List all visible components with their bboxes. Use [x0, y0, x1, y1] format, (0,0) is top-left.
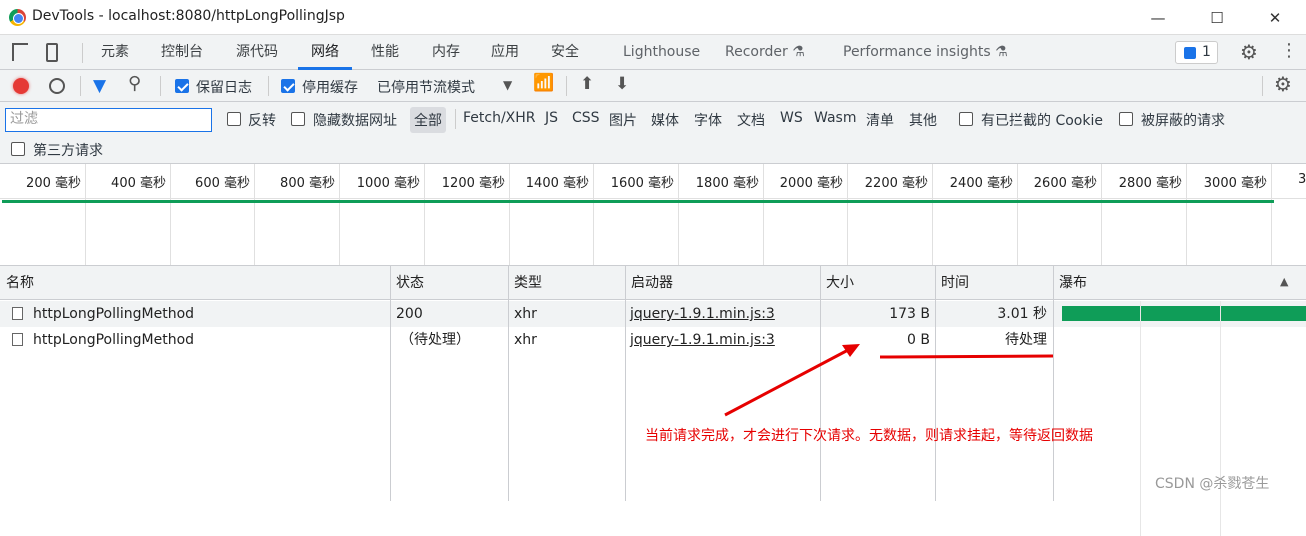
- watermark: CSDN @杀戮苍生: [1155, 476, 1270, 492]
- annotation-underline: [879, 354, 1054, 359]
- annotation-arrow: [724, 347, 851, 417]
- annotation-text: 当前请求完成，才会进行下次请求。无数据，则请求挂起，等待返回数据: [645, 428, 1093, 444]
